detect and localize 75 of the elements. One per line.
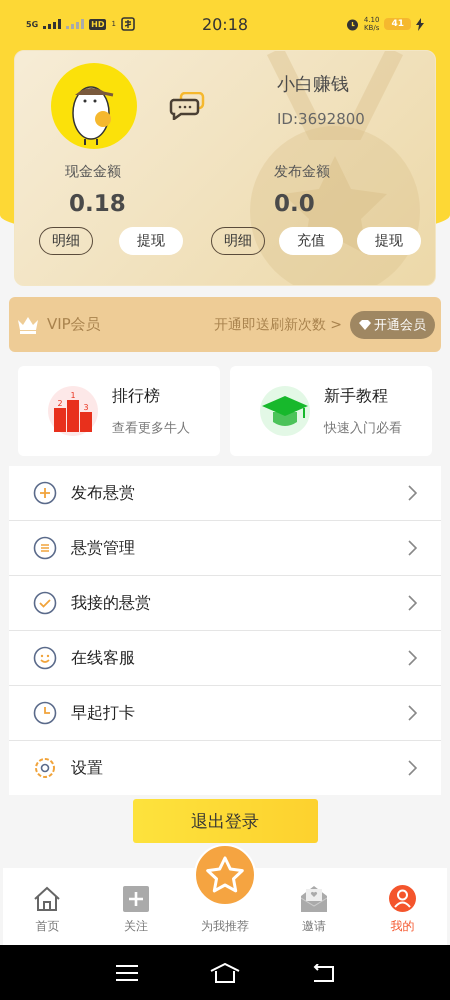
vip-label: VIP会员 <box>47 315 101 334</box>
menu-item[interactable]: 设置 <box>9 741 441 795</box>
tab-item[interactable]: 邀请 <box>269 868 358 945</box>
check-circle-icon <box>33 591 57 615</box>
menu-label: 早起打卡 <box>71 702 135 724</box>
back-icon[interactable] <box>312 964 334 982</box>
balance-label: 发布金额 <box>274 163 331 181</box>
balance-amount: 0.18 <box>69 191 127 217</box>
settings-icon <box>33 756 57 780</box>
chat-icon[interactable] <box>169 92 207 120</box>
details-button[interactable]: 明细 <box>211 227 265 255</box>
shortcut-subtitle: 查看更多牛人 <box>112 420 190 436</box>
menu-item[interactable]: 悬赏管理 <box>9 521 441 576</box>
charging-icon <box>416 18 424 30</box>
balance-amount: 0.0 <box>274 191 316 217</box>
app-status-icon <box>120 17 135 31</box>
menu-icon[interactable] <box>116 964 138 980</box>
tab-item[interactable]: 关注 <box>92 868 181 945</box>
menu-label: 设置 <box>71 758 103 778</box>
diamond-icon <box>359 320 371 330</box>
menu-item[interactable]: 我接的悬赏 <box>9 576 441 631</box>
signal-icon <box>66 19 84 29</box>
battery-indicator: 41 <box>384 18 411 30</box>
graduation-cap-icon <box>260 386 310 436</box>
details-button[interactable]: 明细 <box>39 227 93 255</box>
network-label: 5G <box>26 20 38 28</box>
clock-time: 20:18 <box>202 14 248 34</box>
menu-item[interactable]: 早起打卡 <box>9 686 441 741</box>
action-button[interactable]: 提现 <box>119 227 183 255</box>
tab-label: 为我推荐 <box>200 918 249 935</box>
chevron-right-icon <box>408 595 417 611</box>
clock-icon <box>33 701 57 725</box>
tab-label: 邀请 <box>302 918 326 935</box>
action-button[interactable]: 提现 <box>357 227 421 255</box>
vip-promo-text: 开通即送刷新次数 > <box>214 316 342 334</box>
chevron-right-icon <box>408 540 417 556</box>
shortcut-card[interactable]: 新手教程 快速入门必看 <box>230 366 432 456</box>
smiley-icon <box>33 646 57 670</box>
menu-item[interactable]: 在线客服 <box>9 631 441 686</box>
tab-item[interactable]: 首页 <box>3 868 92 945</box>
list-circle-icon <box>33 536 57 560</box>
menu-label: 在线客服 <box>71 648 135 668</box>
home-icon[interactable] <box>210 962 240 982</box>
tab-label: 首页 <box>35 918 60 935</box>
home-icon <box>33 886 62 912</box>
shortcut-title: 排行榜 <box>112 386 161 406</box>
tab-item[interactable]: 为我推荐 <box>180 844 270 945</box>
chevron-right-icon <box>408 485 417 501</box>
alarm-icon <box>346 18 359 30</box>
chevron-right-icon <box>408 650 417 666</box>
signal-icon <box>43 19 62 29</box>
hd-badge: HD <box>89 18 106 30</box>
menu-label: 发布悬赏 <box>71 482 135 504</box>
balance-label: 现金金额 <box>65 163 122 181</box>
chevron-right-icon <box>408 705 417 721</box>
chevron-right-icon <box>408 760 417 776</box>
tab-label: 关注 <box>124 918 148 935</box>
shortcut-subtitle: 快速入门必看 <box>324 420 402 436</box>
crown-icon <box>17 316 39 334</box>
plus-square-icon <box>123 886 150 912</box>
mascot-avatar[interactable] <box>51 63 137 149</box>
envelope-heart-icon <box>300 886 327 912</box>
user-id: ID:3692800 <box>277 110 365 128</box>
logout-button[interactable]: 退出登录 <box>132 799 318 843</box>
tab-label: 我的 <box>390 918 415 935</box>
user-avatar-icon <box>389 885 416 912</box>
shortcut-title: 新手教程 <box>324 386 389 406</box>
podium-icon: 2 1 3 <box>48 386 98 436</box>
action-button[interactable]: 充值 <box>279 227 343 255</box>
user-name: 小白赚钱 <box>277 73 350 96</box>
menu-label: 悬赏管理 <box>71 538 135 558</box>
shortcut-card[interactable]: 2 1 3 排行榜 查看更多牛人 <box>18 366 220 456</box>
menu-item[interactable]: 发布悬赏 <box>9 466 441 521</box>
plus-circle-icon <box>33 481 57 505</box>
menu-label: 我接的悬赏 <box>71 592 151 614</box>
